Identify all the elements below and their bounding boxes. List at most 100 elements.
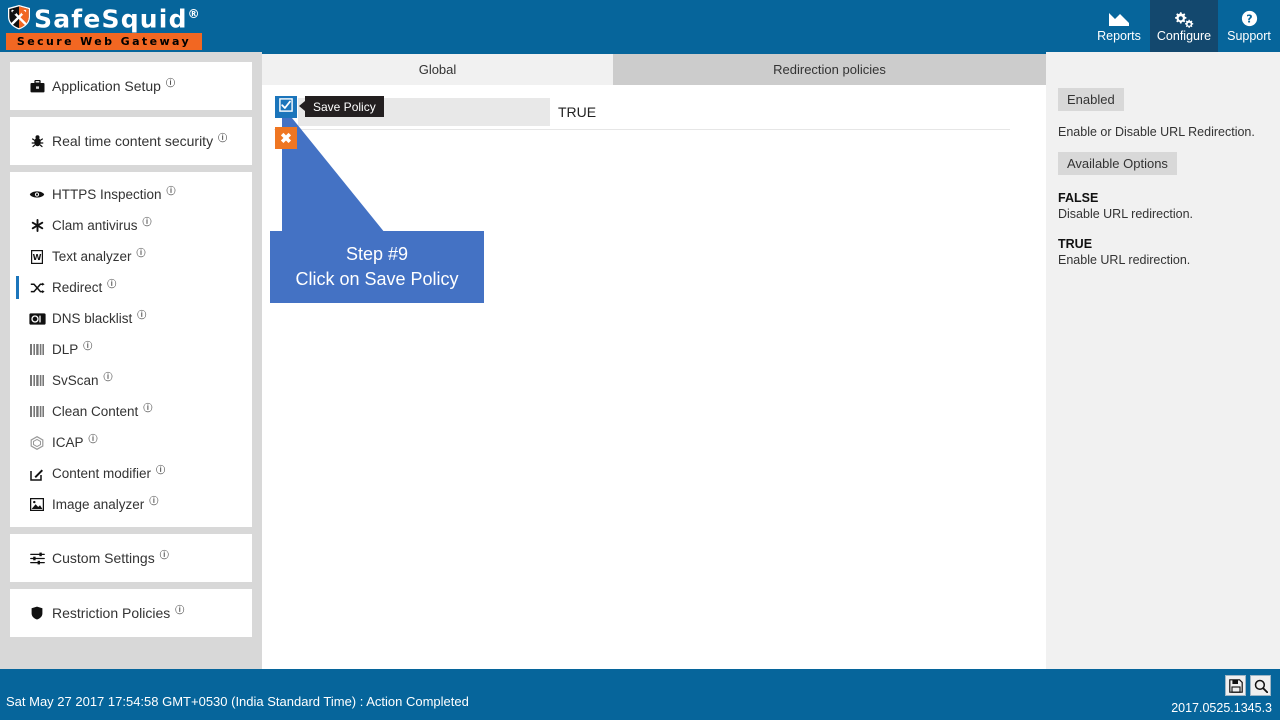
help-available-options-chip: Available Options — [1058, 152, 1177, 175]
info-icon[interactable]: ⓘ — [143, 215, 152, 228]
sidebar-item-svscan[interactable]: SvScan ⓘ — [10, 365, 252, 396]
question-circle-icon: ? — [1241, 9, 1258, 28]
sidebar-label-custom-settings: Custom Settings — [52, 550, 155, 566]
asterisk-icon — [28, 219, 46, 232]
top-header: SafeSquid® Secure Web Gateway Reports Co… — [0, 0, 1280, 52]
dns-badge-icon — [28, 312, 46, 325]
status-bar-buttons — [1225, 675, 1271, 696]
floppy-save-icon — [1228, 678, 1243, 693]
sidebar-item-clean-content[interactable]: Clean Content ⓘ — [10, 396, 252, 427]
sidebar-label-https-inspection: HTTPS Inspection — [52, 187, 162, 202]
help-panel: Enabled Enable or Disable URL Redirectio… — [1046, 52, 1280, 669]
info-icon[interactable]: ⓘ — [83, 339, 92, 352]
info-icon[interactable]: ⓘ — [89, 432, 98, 445]
nav-label-reports: Reports — [1097, 29, 1141, 43]
sidebar-item-icap[interactable]: ICAP ⓘ — [10, 427, 252, 458]
svg-text:W: W — [33, 253, 42, 262]
main-nav: Reports Configure ? Support — [1088, 0, 1280, 52]
shield-bug-icon — [28, 134, 46, 148]
sidebar-item-application-setup[interactable]: Application Setup ⓘ — [10, 62, 252, 110]
status-message: Sat May 27 2017 17:54:58 GMT+0530 (India… — [6, 694, 469, 709]
sidebar-group-realtime: Real time content security ⓘ — [10, 117, 252, 165]
sidebar-item-text-analyzer[interactable]: W Text analyzer ⓘ — [10, 241, 252, 272]
bars-icon — [28, 375, 46, 386]
save-policy-button[interactable] — [275, 96, 297, 118]
sidebar-label-svscan: SvScan — [52, 373, 99, 388]
info-icon[interactable]: ⓘ — [167, 184, 176, 197]
sidebar-label-real-time-content-security: Real time content security — [52, 133, 214, 149]
shuffle-icon — [28, 282, 46, 294]
callout-instruction: Click on Save Policy — [295, 269, 459, 289]
help-title-chip: Enabled — [1058, 88, 1124, 111]
info-icon[interactable]: ⓘ — [166, 76, 175, 89]
help-option-desc-false: Disable URL redirection. — [1058, 207, 1194, 221]
sidebar-label-content-modifier: Content modifier — [52, 466, 152, 481]
sidebar-item-image-analyzer[interactable]: Image analyzer ⓘ — [10, 489, 252, 520]
info-icon[interactable]: ⓘ — [156, 463, 165, 476]
image-icon — [28, 498, 46, 511]
sidebar-item-redirect[interactable]: Redirect ⓘ — [10, 272, 252, 303]
sidebar-label-dns-blacklist: DNS blacklist — [52, 311, 133, 326]
version-label: 2017.0525.1345.3 — [1171, 701, 1272, 715]
field-value-enabled[interactable]: TRUE — [558, 104, 596, 120]
sidebar-item-custom-settings[interactable]: Custom Settings ⓘ — [10, 534, 252, 582]
sidebar-item-dns-blacklist[interactable]: DNS blacklist ⓘ — [10, 303, 252, 334]
nav-label-configure: Configure — [1156, 29, 1212, 43]
search-icon — [1254, 679, 1268, 693]
sliders-icon — [28, 552, 46, 565]
info-icon[interactable]: ⓘ — [104, 370, 113, 383]
help-description: Enable or Disable URL Redirection. — [1058, 125, 1255, 139]
help-option-name-false: FALSE — [1058, 191, 1099, 205]
info-icon[interactable]: ⓘ — [107, 277, 116, 290]
svg-text:?: ? — [1246, 13, 1252, 26]
gears-icon — [1173, 9, 1195, 28]
sidebar-label-restriction-policies: Restriction Policies — [52, 605, 171, 621]
sidebar-item-dlp[interactable]: DLP ⓘ — [10, 334, 252, 365]
info-icon[interactable]: ⓘ — [143, 401, 152, 414]
sidebar-item-restriction-policies[interactable]: Restriction Policies ⓘ — [10, 589, 252, 637]
sidebar-label-redirect: Redirect — [52, 280, 103, 295]
sidebar-label-text-analyzer: Text analyzer — [52, 249, 132, 264]
sidebar-group-application: Application Setup ⓘ — [10, 62, 252, 110]
sidebar-label-dlp: DLP — [52, 342, 79, 357]
tab-redirection-policies[interactable]: Redirection policies — [613, 54, 1046, 85]
sidebar-label-clean-content: Clean Content — [52, 404, 139, 419]
cancel-policy-button[interactable]: ✖ — [275, 127, 297, 149]
safesquid-shield-icon — [6, 4, 32, 30]
app-root: SafeSquid® Secure Web Gateway Reports Co… — [0, 0, 1280, 720]
search-button[interactable] — [1250, 675, 1271, 696]
chart-icon — [1108, 9, 1130, 28]
brand-logo[interactable]: SafeSquid® Secure Web Gateway — [6, 2, 206, 50]
save-config-button[interactable] — [1225, 675, 1246, 696]
sidebar-group-custom: Custom Settings ⓘ — [10, 534, 252, 582]
info-icon[interactable]: ⓘ — [137, 246, 146, 259]
logo-row: SafeSquid® — [6, 2, 206, 32]
close-x-icon: ✖ — [280, 130, 292, 146]
text-document-icon: W — [28, 249, 46, 264]
tab-global[interactable]: Global — [262, 54, 613, 85]
info-icon[interactable]: ⓘ — [218, 131, 227, 144]
info-icon[interactable]: ⓘ — [175, 603, 184, 616]
info-icon[interactable]: ⓘ — [149, 494, 158, 507]
callout-step-9: Step #9 Click on Save Policy — [270, 231, 484, 303]
sidebar-item-content-modifier[interactable]: Content modifier ⓘ — [10, 458, 252, 489]
info-icon[interactable]: ⓘ — [160, 548, 169, 561]
sidebar-label-clam-antivirus: Clam antivirus — [52, 218, 138, 233]
nav-label-support: Support — [1227, 29, 1271, 43]
sidebar-label-icap: ICAP — [52, 435, 84, 450]
nav-item-configure[interactable]: Configure — [1150, 0, 1218, 52]
briefcase-icon — [28, 79, 46, 93]
sidebar-item-https-inspection[interactable]: HTTPS Inspection ⓘ — [10, 179, 252, 210]
nav-item-support[interactable]: ? Support — [1218, 0, 1280, 52]
save-policy-tooltip: Save Policy — [299, 96, 384, 117]
registered-mark: ® — [187, 7, 200, 22]
sidebar-group-modules: HTTPS Inspection ⓘ Clam antivirus ⓘ W Te… — [10, 172, 252, 527]
sidebar-item-real-time-content-security[interactable]: Real time content security ⓘ — [10, 117, 252, 165]
sidebar-item-clam-antivirus[interactable]: Clam antivirus ⓘ — [10, 210, 252, 241]
tab-bar: Global Redirection policies — [262, 52, 1046, 85]
shield-icon — [28, 606, 46, 620]
hexagon-icon — [28, 435, 46, 450]
info-icon[interactable]: ⓘ — [137, 308, 146, 321]
nav-item-reports[interactable]: Reports — [1088, 0, 1150, 52]
brand-name: SafeSquid® — [34, 4, 200, 34]
